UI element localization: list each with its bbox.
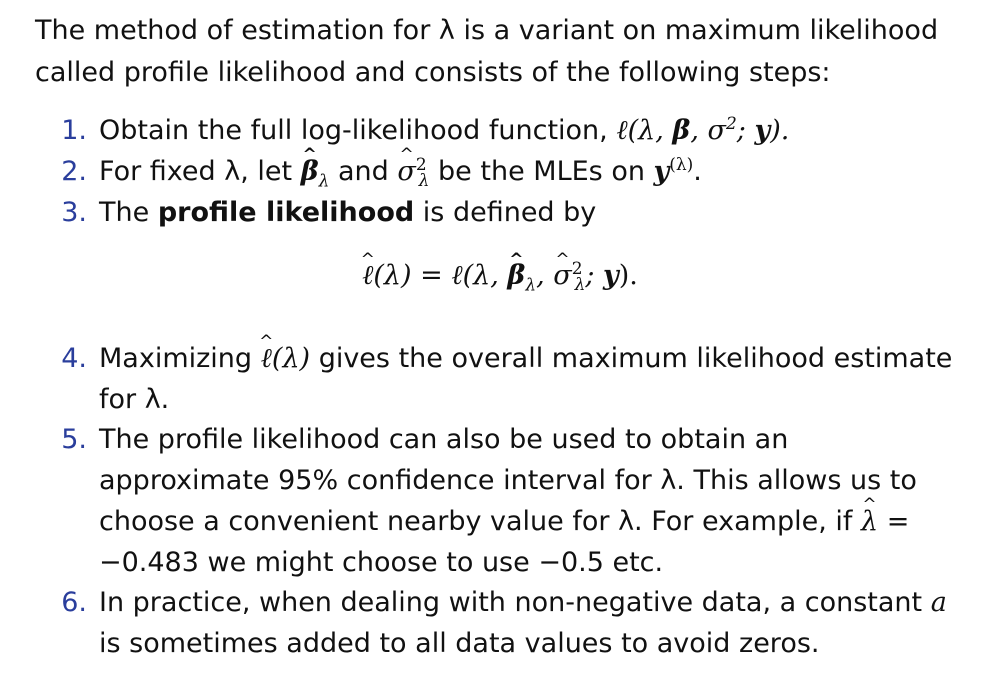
item-number: 3. [61, 197, 87, 228]
profile-likelihood-equation: ℓ(λ) = ℓ(λ, βλ, σ2λ; y). [0, 255, 1000, 297]
item-number: 1. [61, 115, 87, 146]
item-text: The profile likelihood can also be used … [99, 419, 959, 583]
item-text: For fixed λ, let βλ and σ2λ be the MLEs … [99, 151, 959, 192]
item-number: 2. [61, 156, 87, 187]
loglik-formula: ℓ(λ, β, σ2; y). [616, 114, 790, 146]
intro-paragraph: The method of estimation for λ is a vari… [35, 15, 939, 88]
item-number: 5. [61, 424, 87, 455]
item-text: In practice, when dealing with non-negat… [99, 587, 947, 659]
item-text: Obtain the full log-likelihood function,… [99, 114, 790, 146]
item-number: 6. [61, 587, 87, 618]
item-text: The profile likelihood is defined by [99, 197, 597, 228]
item-text: Maximizing ℓ(λ) gives the overall maximu… [99, 338, 959, 420]
item-number: 4. [61, 343, 87, 374]
